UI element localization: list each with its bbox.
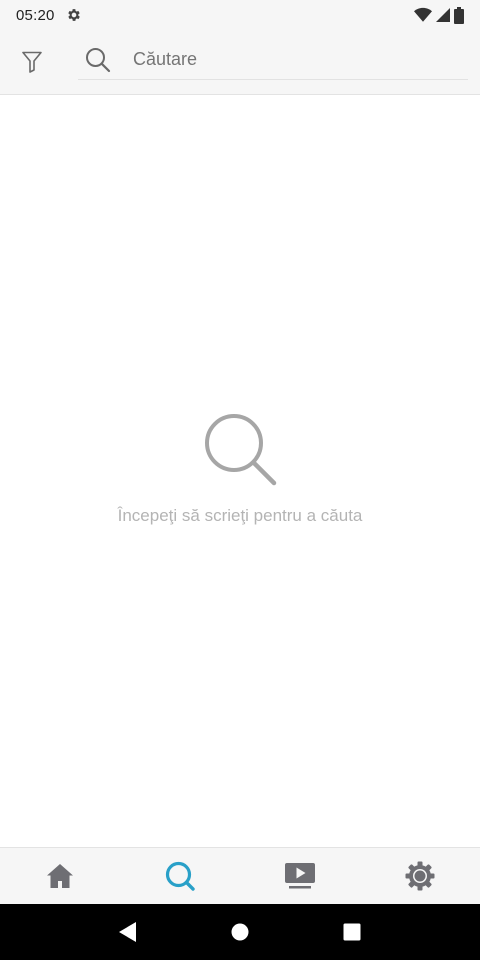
search-icon	[204, 413, 278, 487]
nav-videos[interactable]	[240, 848, 360, 904]
status-icons	[414, 6, 464, 24]
settings-icon	[405, 861, 435, 891]
system-nav-bar	[0, 904, 480, 960]
system-home-button[interactable]	[220, 912, 260, 952]
search-header	[0, 30, 480, 95]
filter-icon	[22, 51, 42, 73]
status-bar: 05:20	[0, 0, 480, 30]
cell-signal-icon	[436, 8, 450, 22]
nav-home[interactable]	[0, 848, 120, 904]
empty-state-message: Începeţi să scrieţi pentru a căuta	[117, 506, 363, 525]
nav-search[interactable]	[120, 848, 240, 904]
home-icon	[47, 864, 73, 888]
search-icon	[78, 40, 118, 80]
search-results-area: Începeţi să scrieţi pentru a căuta	[0, 95, 480, 847]
back-icon	[119, 922, 136, 942]
home-circle-icon	[231, 923, 249, 941]
system-back-button[interactable]	[108, 912, 148, 952]
battery-icon	[454, 6, 464, 24]
search-icon	[165, 861, 195, 891]
filter-button[interactable]	[14, 45, 50, 79]
bottom-nav	[0, 847, 480, 904]
nav-settings[interactable]	[360, 848, 480, 904]
video-icon	[285, 863, 315, 889]
search-input[interactable]	[133, 41, 453, 78]
wifi-icon	[414, 7, 432, 22]
search-box[interactable]	[78, 40, 468, 80]
system-recents-button[interactable]	[332, 912, 372, 952]
status-time: 05:20	[16, 6, 55, 24]
gear-icon	[66, 7, 82, 23]
recents-icon	[343, 923, 361, 941]
